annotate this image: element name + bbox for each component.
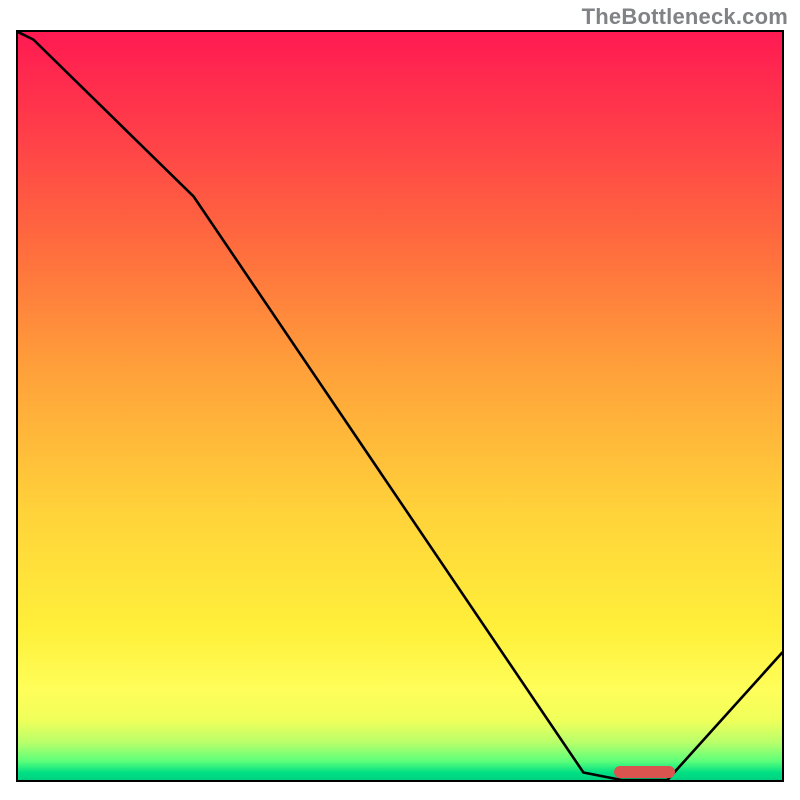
watermark-text: TheBottleneck.com xyxy=(582,4,788,30)
optimum-marker xyxy=(614,766,675,778)
bottleneck-curve xyxy=(18,32,782,780)
plot-area xyxy=(16,30,784,782)
chart-container: TheBottleneck.com xyxy=(0,0,800,800)
